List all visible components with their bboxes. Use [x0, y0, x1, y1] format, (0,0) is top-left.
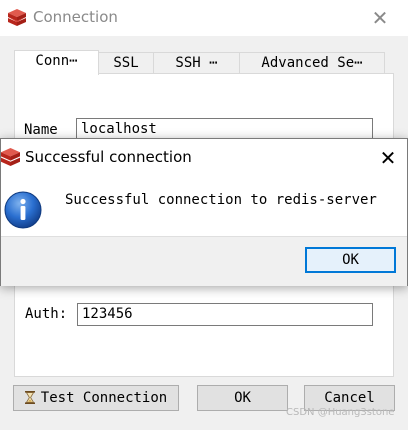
- dialog-body: Successful connection to redis-server: [1, 176, 407, 235]
- dialog-close-button[interactable]: ✕: [374, 144, 402, 172]
- watermark: CSDN @Huang3stone: [286, 407, 395, 418]
- name-label: Name: [24, 122, 58, 138]
- tab-connection[interactable]: Conn⋯: [14, 50, 99, 75]
- tab-ssl[interactable]: SSL: [98, 52, 154, 74]
- dialog-ok-button[interactable]: OK: [305, 247, 396, 273]
- tab-ssh[interactable]: SSH ⋯: [153, 52, 240, 74]
- dialog-titlebar: Successful connection ✕: [1, 139, 407, 176]
- redis-logo-icon: [1, 148, 20, 166]
- test-connection-label: Test Connection: [40, 390, 168, 406]
- dialog-footer: OK: [1, 236, 407, 286]
- tab-advanced-settings[interactable]: Advanced Se⋯: [239, 52, 385, 74]
- dialog-title: Successful connection: [25, 148, 192, 166]
- hourglass-icon: [24, 391, 35, 404]
- dialog-message: Successful connection to redis-server: [65, 192, 377, 208]
- window-close-button[interactable]: ✕: [366, 4, 394, 32]
- success-dialog: Successful connection ✕ Successful conne…: [0, 138, 408, 286]
- auth-field[interactable]: 123456: [77, 303, 373, 326]
- connection-titlebar: Connection ✕: [0, 0, 408, 36]
- close-icon: ✕: [379, 146, 397, 170]
- close-icon: ✕: [371, 6, 389, 30]
- window-title: Connection: [33, 8, 118, 26]
- info-icon: [4, 191, 42, 229]
- ok-button[interactable]: OK: [197, 385, 288, 411]
- test-connection-button[interactable]: Test Connection: [13, 385, 179, 411]
- auth-label: Auth:: [25, 306, 68, 322]
- redis-logo-icon: [8, 9, 26, 26]
